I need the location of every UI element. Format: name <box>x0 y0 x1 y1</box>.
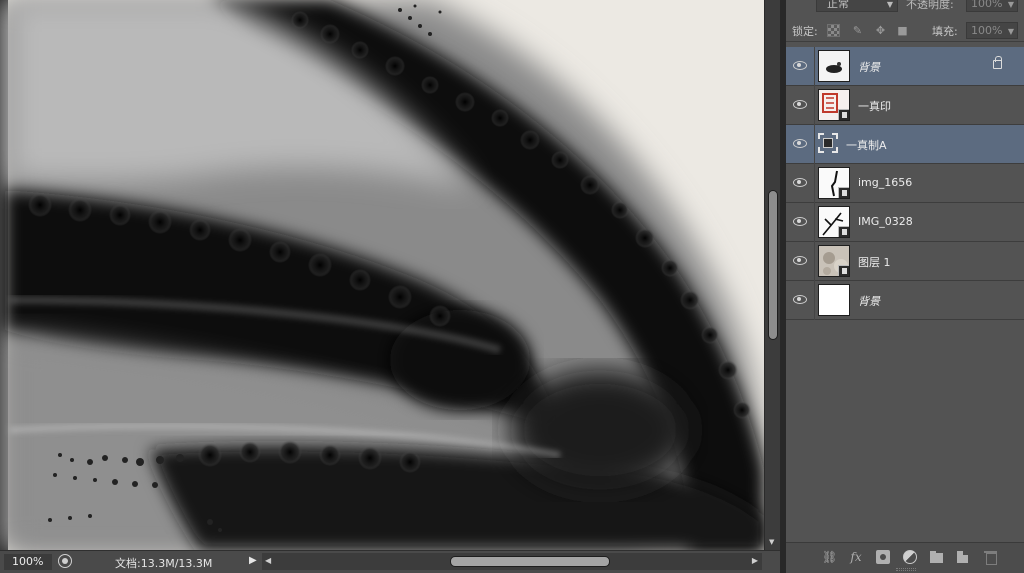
lock-transparent-pixels-icon[interactable] <box>827 24 840 37</box>
visibility-eye-icon[interactable] <box>793 138 807 148</box>
visibility-divider <box>814 86 815 125</box>
ink-wash-artwork <box>0 0 764 550</box>
paper-texture-thumbnail <box>818 245 850 277</box>
layer-row[interactable]: 一真制A <box>786 125 1024 164</box>
panel-resize-grip[interactable] <box>896 568 916 571</box>
ink-fish-thumbnail <box>818 50 850 82</box>
visibility-eye-icon[interactable] <box>793 60 807 70</box>
layer-list: 背景 一真印 一真制A img_1656 IMG_0328 图层 1 背景 <box>786 47 1024 320</box>
chevron-down-icon: ▼ <box>1007 27 1014 36</box>
blend-mode-value: 正常 <box>827 0 849 10</box>
smart-object-badge-icon <box>838 265 849 276</box>
layer-row[interactable]: 背景 <box>786 47 1024 86</box>
fill-field[interactable]: 100% ▼ <box>966 22 1018 39</box>
vertical-scrollbar[interactable]: ▼ <box>764 0 780 550</box>
visibility-eye-icon[interactable] <box>793 99 807 109</box>
visibility-divider <box>814 203 815 242</box>
fill-value: 100% <box>971 24 1003 37</box>
chevron-down-icon: ▼ <box>1007 0 1014 9</box>
visibility-eye-icon[interactable] <box>793 255 807 265</box>
layers-panel: 正常 ▼ 不透明度: 100% ▼ 锁定: ✎ ✥ ■ 填充: 100% ▼ 背… <box>786 0 1024 573</box>
status-bar: 100% 文档:13.3M/13.3M ▶ ◀ ▶ <box>0 550 780 573</box>
smart-object-badge-icon <box>823 138 833 148</box>
horizontal-scroll-thumb[interactable] <box>450 556 610 567</box>
chevron-down-icon: ▼ <box>886 0 893 9</box>
frame-thumbnail <box>818 133 838 153</box>
visibility-divider <box>814 47 815 86</box>
horizontal-scrollbar[interactable]: ◀ ▶ <box>262 553 762 570</box>
ink-stroke-thumbnail <box>818 167 850 199</box>
scroll-right-arrow-icon[interactable]: ▶ <box>752 556 758 565</box>
layer-name[interactable]: 图层 1 <box>858 254 891 270</box>
opacity-value: 100% <box>971 0 1003 10</box>
status-menu-arrow-icon[interactable]: ▶ <box>249 555 257 566</box>
adjustment-layer-icon[interactable] <box>903 550 917 564</box>
layers-panel-toolbar: ⛓ fx <box>786 542 1024 573</box>
vertical-scroll-thumb[interactable] <box>768 190 778 340</box>
thumbnail-art <box>819 51 849 81</box>
visibility-eye-icon[interactable] <box>793 177 807 187</box>
smart-object-badge-icon <box>838 187 849 198</box>
lock-icon <box>993 56 1002 69</box>
red-seal-thumbnail <box>818 89 850 121</box>
visibility-divider <box>814 242 815 281</box>
scroll-left-arrow-icon[interactable]: ◀ <box>265 556 271 565</box>
visibility-divider <box>814 281 815 320</box>
smart-object-badge-icon <box>838 109 849 120</box>
lock-all-icon[interactable]: ■ <box>896 24 909 37</box>
add-mask-icon[interactable] <box>876 550 890 564</box>
layer-row[interactable]: 图层 1 <box>786 242 1024 281</box>
layer-name[interactable]: 背景 <box>858 293 880 309</box>
scroll-down-arrow-icon[interactable]: ▼ <box>769 538 774 546</box>
white-thumbnail <box>818 284 850 316</box>
fx-icon[interactable]: fx <box>849 550 863 564</box>
zoom-level-field[interactable]: 100% <box>4 554 52 570</box>
layer-row[interactable]: IMG_0328 <box>786 203 1024 242</box>
lock-row: 锁定: ✎ ✥ ■ 填充: 100% ▼ <box>786 20 1024 42</box>
blend-mode-dropdown[interactable]: 正常 ▼ <box>816 0 898 12</box>
smart-object-badge-icon <box>838 226 849 237</box>
opacity-label: 不透明度: <box>906 0 954 11</box>
link-layers-icon[interactable]: ⛓ <box>822 550 837 564</box>
layer-row[interactable]: 一真印 <box>786 86 1024 125</box>
lock-position-move-icon[interactable]: ✥ <box>874 24 887 37</box>
layer-name[interactable]: img_1656 <box>858 176 912 189</box>
blend-mode-row: 正常 ▼ 不透明度: 100% ▼ <box>786 0 1024 16</box>
proof-setup-icon[interactable] <box>58 554 72 568</box>
layer-name[interactable]: 背景 <box>858 59 880 75</box>
layer-row[interactable]: img_1656 <box>786 164 1024 203</box>
layer-name[interactable]: 一真印 <box>858 98 891 114</box>
visibility-eye-icon[interactable] <box>793 294 807 304</box>
lock-image-pixels-brush-icon[interactable]: ✎ <box>851 24 864 37</box>
opacity-field[interactable]: 100% ▼ <box>966 0 1018 12</box>
delete-layer-trash-icon[interactable] <box>984 550 998 565</box>
document-size-info: 文档:13.3M/13.3M <box>115 557 213 570</box>
new-layer-icon[interactable] <box>956 550 970 564</box>
document-canvas[interactable] <box>0 0 764 550</box>
visibility-eye-icon[interactable] <box>793 216 807 226</box>
lock-label: 锁定: <box>792 25 818 38</box>
layer-name[interactable]: 一真制A <box>846 137 887 153</box>
layer-row[interactable]: 背景 <box>786 281 1024 320</box>
fill-label: 填充: <box>932 25 958 38</box>
visibility-divider <box>814 125 815 164</box>
new-group-folder-icon[interactable] <box>930 550 944 564</box>
ink-branch-thumbnail <box>818 206 850 238</box>
layer-name[interactable]: IMG_0328 <box>858 215 913 228</box>
visibility-divider <box>814 164 815 203</box>
